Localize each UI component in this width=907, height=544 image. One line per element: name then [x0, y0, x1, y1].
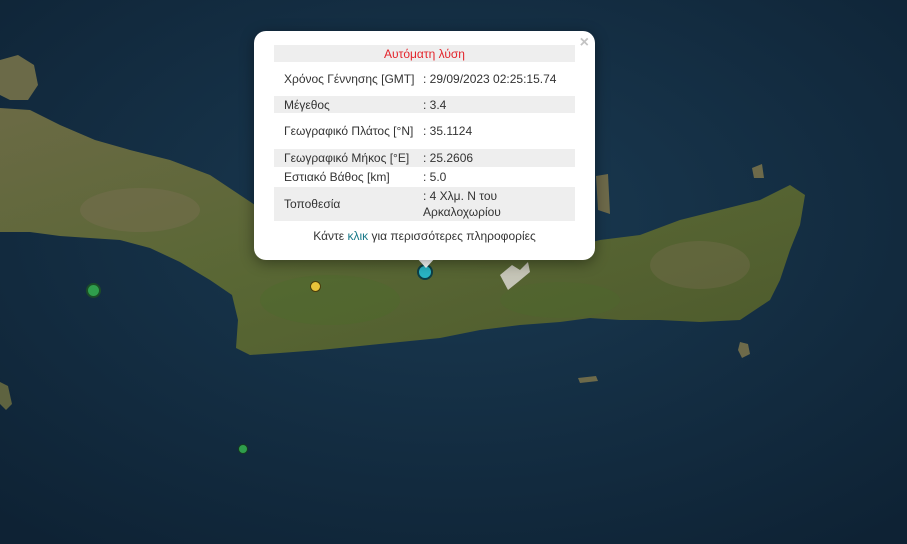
close-icon[interactable]: ×	[580, 34, 589, 52]
earthquake-marker-green-small[interactable]	[238, 444, 248, 454]
table-row: Εστιακό Βάθος [km] : 5.0	[274, 167, 575, 187]
mountain-shade-2	[650, 241, 750, 289]
row-label: Χρόνος Γέννησης [GMT]	[284, 72, 415, 86]
row-value: : 25.2606	[423, 151, 474, 165]
row-value: : 35.1124	[423, 124, 473, 138]
mountain-shade	[80, 188, 200, 232]
popup-title-row: Αυτόματη λύση	[274, 45, 575, 62]
earthquake-marker-yellow[interactable]	[310, 281, 321, 292]
row-value: : 29/09/2023 02:25:15.74	[423, 72, 557, 86]
plain-green-2	[500, 282, 620, 318]
row-value: : 3.4	[423, 97, 447, 112]
more-info-prefix: Κάντε	[313, 229, 348, 243]
table-row: Γεωγραφικό Μήκος [°E] : 25.2606	[274, 149, 575, 167]
islet-north2	[596, 174, 610, 214]
row-label: Τοποθεσία	[284, 197, 341, 211]
row-value: : 5.0	[423, 170, 447, 184]
earthquake-details-table: Αυτόματη λύση Χρόνος Γέννησης [GMT] : 29…	[274, 45, 575, 221]
earthquake-marker-green-large[interactable]	[86, 283, 101, 298]
more-info-text: Κάντε κλικ για περισσότερες πληροφορίες	[254, 229, 595, 243]
more-info-suffix: για περισσότερες πληροφορίες	[368, 229, 536, 243]
row-label: Γεωγραφικό Πλάτος [°N]	[284, 124, 414, 138]
row-label: Μέγεθος	[284, 97, 330, 112]
popup-title: Αυτόματη λύση	[384, 46, 465, 61]
earthquake-popup: × Αυτόματη λύση Χρόνος Γέννησης [GMT] : …	[254, 31, 595, 260]
table-row: Τοποθεσία : 4 Χλμ. Ν του Αρκαλοχωρίου	[274, 187, 575, 221]
row-label: Γεωγραφικό Μήκος [°E]	[284, 151, 410, 165]
row-value: : 4 Χλμ. Ν του Αρκαλοχωρίου	[423, 189, 501, 219]
plain-green	[260, 275, 400, 325]
row-label: Εστιακό Βάθος [km]	[284, 170, 390, 184]
table-row: Χρόνος Γέννησης [GMT] : 29/09/2023 02:25…	[274, 62, 575, 96]
table-row: Γεωγραφικό Πλάτος [°N] : 35.1124	[274, 113, 575, 149]
table-row: Μέγεθος : 3.4	[274, 96, 575, 113]
more-info-link[interactable]: κλικ	[347, 229, 368, 243]
